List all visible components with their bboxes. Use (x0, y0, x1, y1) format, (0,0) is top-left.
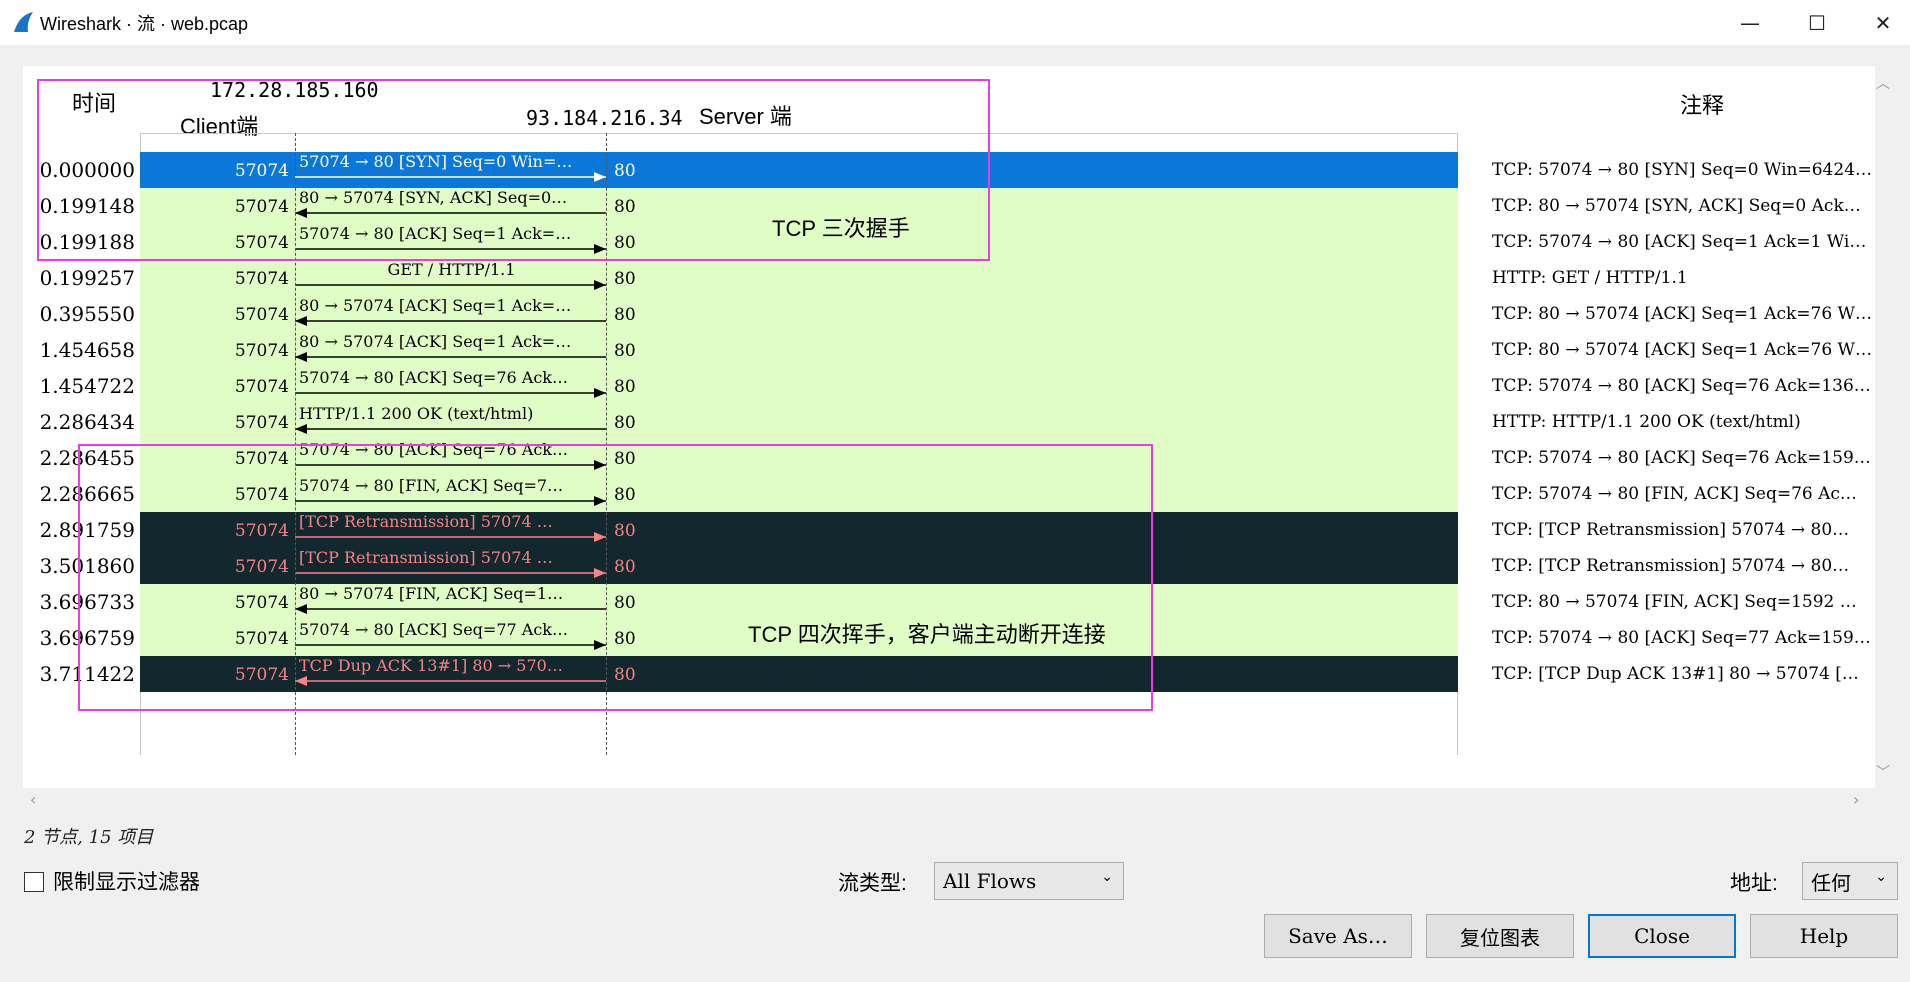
scroll-right-icon[interactable]: › (1853, 790, 1859, 809)
scroll-left-icon[interactable]: ‹ (30, 790, 36, 809)
arrow-left-icon (295, 316, 606, 326)
row-message-label: 80 → 57074 [ACK] Seq=1 Ack=… (299, 296, 572, 315)
row-comment: TCP: 80 → 57074 [ACK] Seq=1 Ack=76 W… (1492, 304, 1873, 324)
flow-type-select[interactable]: All Flows ⌄ (934, 862, 1124, 900)
row-dst-port: 80 (614, 269, 636, 289)
flow-type-value: All Flows (943, 869, 1037, 893)
flow-row[interactable]: 1.454658 57074 80 80 → 57074 [ACK] Seq=1 Ac… (40, 332, 1458, 368)
row-time: 2.286434 (39, 410, 135, 434)
maximize-button[interactable]: ☐ (1787, 0, 1847, 45)
row-comment: TCP: [TCP Retransmission] 57074 → 80… (1492, 520, 1850, 540)
row-dst-port: 80 (614, 305, 636, 325)
close-button[interactable]: Close (1588, 914, 1736, 958)
row-comment: TCP: 57074 → 80 [ACK] Seq=77 Ack=159… (1492, 628, 1871, 648)
close-window-button[interactable]: ✕ (1853, 0, 1910, 45)
window-title: Wireshark · 流 · web.pcap (40, 14, 249, 34)
row-time: 0.199257 (39, 266, 135, 290)
flow-row[interactable]: 0.199257 57074 80 GET / HTTP/1.1 (40, 260, 1458, 296)
address-value: 任何 (1811, 870, 1851, 895)
row-comment: TCP: 57074 → 80 [ACK] Seq=76 Ack=159… (1492, 448, 1871, 468)
minimize-button[interactable]: — (1720, 0, 1780, 45)
minimize-icon: — (1740, 10, 1760, 35)
row-comment: HTTP: HTTP/1.1 200 OK (text/html) (1492, 412, 1801, 432)
row-comment: TCP: 80 → 57074 [FIN, ACK] Seq=1592 … (1492, 592, 1857, 612)
row-src-port: 57074 (234, 377, 289, 397)
row-comment: TCP: 80 → 57074 [ACK] Seq=1 Ack=76 W… (1492, 340, 1873, 360)
close-icon: ✕ (1874, 10, 1892, 35)
save-as-button[interactable]: Save As… (1264, 914, 1412, 958)
handshake-annotation: TCP 三次握手 (772, 216, 910, 241)
arrow-right-icon (295, 280, 606, 290)
row-comment: TCP: 57074 → 80 [ACK] Seq=1 Ack=1 Wi… (1492, 232, 1867, 252)
row-comment: TCP: 80 → 57074 [SYN, ACK] Seq=0 Ack… (1492, 196, 1861, 216)
flow-graph-panel[interactable]: 时间 172.28.185.160 Client端 93.184.216.34 … (23, 66, 1890, 788)
row-src-port: 57074 (234, 341, 289, 361)
chevron-down-icon: ⌄ (1875, 869, 1887, 885)
row-message-label: GET / HTTP/1.1 (387, 260, 516, 279)
flow-row[interactable]: 1.454722 57074 80 57074 → 80 [ACK] Seq=76 A… (40, 368, 1458, 404)
row-message-label: HTTP/1.1 200 OK (text/html) (299, 404, 534, 423)
row-comment: TCP: [TCP Dup ACK 13#1] 80 → 57074 [… (1492, 664, 1859, 684)
address-label: 地址: (1730, 872, 1778, 895)
help-button[interactable]: Help (1750, 914, 1898, 958)
row-src-port: 57074 (234, 305, 289, 325)
row-time: 1.454658 (39, 338, 135, 362)
flow-type-label: 流类型: (838, 872, 907, 895)
row-src-port: 57074 (234, 269, 289, 289)
teardown-annotation: TCP 四次挥手，客户端主动断开连接 (748, 622, 1106, 647)
scroll-up-icon[interactable]: ︿ (1876, 73, 1890, 93)
row-comment: TCP: 57074 → 80 [FIN, ACK] Seq=76 Ac… (1492, 484, 1857, 504)
address-select[interactable]: 任何 ⌄ (1802, 862, 1898, 900)
row-dst-port: 80 (614, 377, 636, 397)
row-message-label: 57074 → 80 [ACK] Seq=76 Ack… (299, 368, 568, 387)
title-bar: Wireshark · 流 · web.pcap — ☐ ✕ (0, 0, 1910, 45)
scroll-down-icon[interactable]: ﹀ (1876, 762, 1890, 782)
flow-row[interactable]: 0.395550 57074 80 80 → 57074 [ACK] Seq=1 Ac… (40, 296, 1458, 332)
row-dst-port: 80 (614, 413, 636, 433)
row-dst-port: 80 (614, 341, 636, 361)
status-text: 2 节点, 15 项目 (24, 827, 154, 848)
row-time: 0.395550 (39, 302, 135, 326)
row-src-port: 57074 (234, 413, 289, 433)
row-comment: TCP: 57074 → 80 [ACK] Seq=76 Ack=136… (1492, 376, 1871, 396)
row-time: 1.454722 (39, 374, 135, 398)
arrow-left-icon (295, 352, 606, 362)
row-comment: TCP: [TCP Retransmission] 57074 → 80… (1492, 556, 1850, 576)
limit-filter-checkbox[interactable] (24, 872, 44, 892)
row-comment: HTTP: GET / HTTP/1.1 (1492, 268, 1688, 288)
arrow-right-icon (295, 388, 606, 398)
limit-filter-label: 限制显示过滤器 (53, 871, 200, 894)
chevron-down-icon: ⌄ (1101, 869, 1113, 885)
maximize-icon: ☐ (1808, 10, 1826, 35)
flow-row[interactable]: 2.286434 57074 80 HTTP/1.1 200 OK (text/htm… (40, 404, 1458, 440)
arrow-left-icon (295, 424, 606, 434)
reset-chart-button[interactable]: 复位图表 (1426, 914, 1574, 958)
comment-column-header: 注释 (1680, 93, 1725, 118)
wireshark-fin-icon (14, 12, 33, 32)
teardown-highlight-box (78, 444, 1153, 711)
row-comment: TCP: 57074 → 80 [SYN] Seq=0 Win=6424… (1492, 160, 1873, 180)
row-message-label: 80 → 57074 [ACK] Seq=1 Ack=… (299, 332, 572, 351)
